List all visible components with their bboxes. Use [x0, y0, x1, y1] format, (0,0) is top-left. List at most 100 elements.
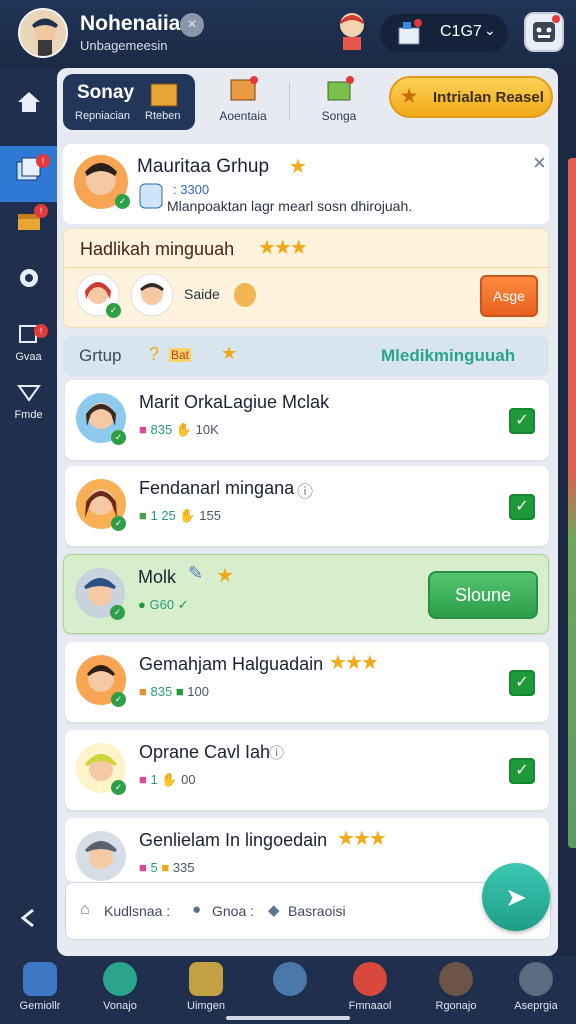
tab-songa[interactable]: Songa — [307, 74, 371, 123]
check-icon: ✓ — [115, 194, 130, 209]
creature-icon — [273, 962, 307, 996]
check-icon: ✓ — [111, 516, 126, 531]
accept-button[interactable]: Asge — [480, 275, 538, 317]
close-icon[interactable]: × — [180, 13, 204, 37]
basket-icon: ■ — [139, 684, 147, 699]
member-stats: ■ 1 ✋ 00 — [139, 772, 196, 787]
nav-item-rgonajo[interactable]: Rgonajo — [420, 962, 492, 1012]
group-header-label: Grtup — [79, 346, 122, 365]
face-icon — [353, 962, 387, 996]
member-stats: ■ 1 25 ✋ 155 — [139, 508, 221, 523]
currency-display[interactable]: C1G7 ⌄ — [380, 14, 508, 52]
basket-icon: ■ — [139, 860, 147, 875]
box-icon — [150, 83, 178, 107]
star-icon: ★ — [289, 156, 307, 178]
member-stats: ● G60 ✓ — [138, 597, 189, 612]
sidebar-label: Gvaa — [15, 351, 42, 363]
chevron-down-icon[interactable]: ⌄ — [484, 22, 496, 39]
notification-badge: ! — [34, 204, 48, 218]
robot-icon[interactable] — [524, 12, 564, 52]
nav-label: Uimgen — [187, 1000, 225, 1012]
settings-icon — [19, 269, 38, 287]
sidebar-item-cards[interactable]: ! — [0, 146, 57, 202]
list-item[interactable]: Genlielam In lingoedain ★★★ ■ 5 ■ 335 — [65, 818, 549, 882]
sidebar-item-back[interactable] — [0, 904, 57, 935]
sidebar-item-chat[interactable]: ! Gvaa — [0, 322, 57, 363]
home-indicator — [226, 1016, 350, 1020]
pet-icon — [234, 283, 256, 307]
friend-avatar-dark[interactable] — [130, 273, 174, 317]
search-bar[interactable]: ⌂ Kudlsnaa : ● Gnoa : ◆ Basraoisi — [65, 882, 551, 940]
sidebar-item-chest[interactable]: ! — [0, 204, 57, 237]
friend-panel-title: Hadlikah minguuah — [80, 239, 235, 259]
stars-icon: ★★★ — [337, 828, 387, 850]
player-avatar[interactable] — [18, 8, 68, 58]
search-part-1: Kudlsnaa : — [104, 903, 171, 919]
nav-item-vonajo[interactable]: Vonajo — [84, 962, 156, 1012]
tab-aoentaia[interactable]: Aoentaia — [207, 74, 279, 123]
pin-icon: ◆ — [268, 902, 280, 919]
sidebar: ! ! ! Gvaa Fmde — [0, 68, 57, 956]
list-item-highlighted[interactable]: ✓ Molk ✎ ★ ● G60 ✓ Sloune — [63, 554, 549, 634]
notification-badge: ! — [34, 324, 48, 338]
sidebar-item-settings[interactable] — [0, 264, 57, 295]
list-item[interactable]: ✓ Gemahjam Halguadain ★★★ ■ 835 ■ 100 ✓ — [65, 642, 549, 722]
hat-icon: ■ — [139, 772, 147, 787]
map-pencil-icon — [327, 76, 354, 101]
search-part-3: Basraoisi — [288, 903, 346, 919]
map-icon — [189, 962, 223, 996]
tab-title: Sonay — [77, 82, 135, 103]
tab-active-sonay[interactable]: Sonay Repniacian Rteben — [63, 74, 195, 130]
right-edge-strip — [558, 68, 576, 956]
player-subtitle: Unbagemeesin — [80, 38, 168, 53]
member-name: Marit OrkaLagiue Mclak — [139, 392, 330, 412]
group-badge-value: : 3300 — [173, 182, 210, 197]
tab-label: Songa — [321, 109, 357, 123]
close-icon[interactable]: × — [533, 150, 546, 176]
cta-button[interactable]: ★ Intrialan Reasel — [389, 76, 553, 118]
coin-icon: ● — [138, 597, 146, 612]
friend-avatar-icon[interactable] — [333, 10, 371, 50]
stars-icon: ★★★ — [258, 237, 308, 259]
notification-badge: ! — [36, 154, 50, 168]
nav-item-home[interactable]: Gemiollr — [4, 962, 76, 1012]
cta-label: Intrialan Reasel — [433, 89, 544, 106]
crate-icon — [230, 76, 258, 101]
star-icon: ★ — [221, 343, 238, 363]
star-icon: ★ — [216, 565, 234, 587]
bottle-icon: ■ — [175, 684, 184, 699]
sidebar-item-home[interactable] — [0, 88, 57, 119]
check-icon: ✓ — [111, 692, 126, 707]
select-checkbox[interactable]: ✓ — [509, 494, 535, 520]
currency-value: C1G7 — [440, 23, 482, 40]
nav-item-profile[interactable]: Aseprgia — [500, 962, 572, 1012]
hand-icon: ✋ — [179, 508, 196, 523]
join-button[interactable]: Sloune — [428, 571, 538, 619]
star-icon: ★ — [401, 86, 418, 106]
friend-suggestion-panel: Hadlikah minguuah ★★★ ✓ Saide Asge — [63, 228, 550, 328]
character-icon — [439, 962, 473, 996]
sidebar-item-filter[interactable]: Fmde — [0, 380, 57, 421]
nav-item-creature[interactable] — [254, 962, 326, 1000]
hat-icon: ■ — [139, 422, 147, 437]
nav-item-uimgen[interactable]: Uimgen — [170, 962, 242, 1012]
check-icon: ✓ — [110, 605, 125, 620]
nav-item-fmnaaol[interactable]: Fmnaaol — [334, 962, 406, 1012]
list-item[interactable]: ✓ Fendanarl mingana ⓘ ■ 1 25 ✋ 155 ✓ — [65, 466, 549, 546]
select-checkbox[interactable]: ✓ — [509, 408, 535, 434]
send-fab-button[interactable]: ➤ — [482, 863, 550, 931]
member-stats: ■ 835 ■ 100 — [139, 684, 209, 699]
select-checkbox[interactable]: ✓ — [509, 758, 535, 784]
member-name: Oprane Cavl Iah — [139, 742, 271, 762]
member-name: Fendanarl mingana — [139, 478, 295, 498]
nav-label: Fmnaaol — [348, 1000, 392, 1012]
select-checkbox[interactable]: ✓ — [509, 670, 535, 696]
leaf-icon: ● — [192, 901, 202, 918]
list-item[interactable]: ✓ Oprane Cavl Iah ⓘ ■ 1 ✋ 00 ✓ — [65, 730, 549, 810]
main-panel: Sonay Repniacian Rteben Aoentaia Songa ★… — [57, 68, 558, 956]
group-list-header: Grtup ? Bat ★ Mledikminguuah — [63, 336, 549, 376]
list-item[interactable]: ✓ Marit OrkaLagiue Mclak ■ 835 ✋ 10K ✓ — [65, 380, 549, 460]
group-title: Mauritaa Grhup — [137, 156, 270, 177]
sadie-label: Saide — [184, 286, 220, 302]
group-description: Mlanpoaktan lagr mearl sosn dhirojuah. — [167, 198, 413, 214]
